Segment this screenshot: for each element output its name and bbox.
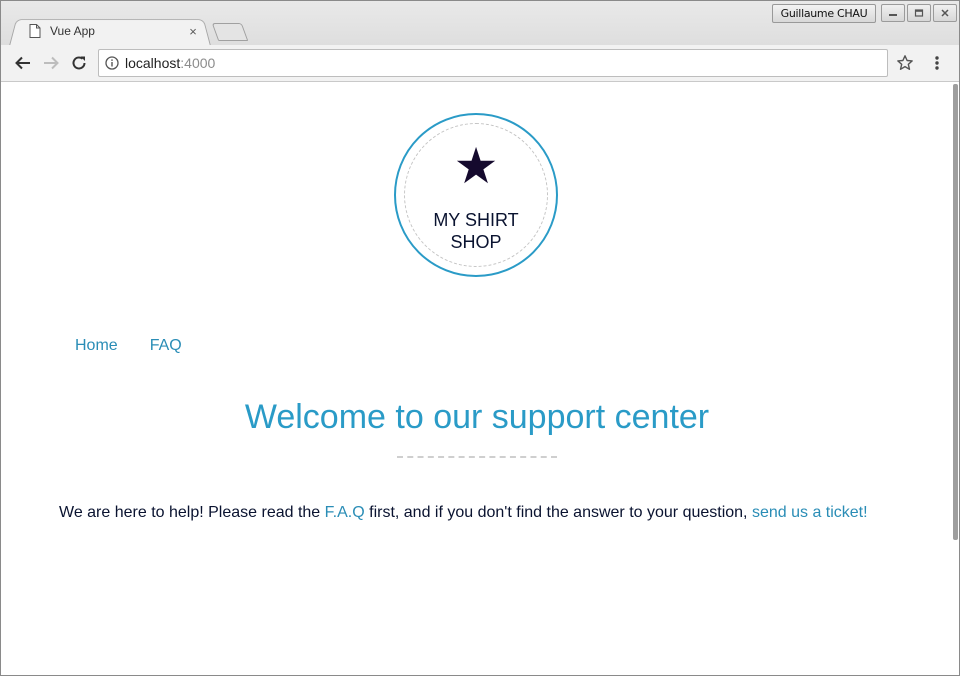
- page-icon: [29, 24, 41, 38]
- intro-text-start: We are here to help! Please read the: [59, 504, 325, 521]
- send-ticket-link[interactable]: send us a ticket!: [752, 504, 868, 521]
- address-bar[interactable]: localhost:4000: [98, 49, 888, 77]
- kebab-menu-icon: [935, 56, 939, 70]
- back-arrow-icon: [15, 56, 30, 70]
- intro-text-middle: first, and if you don't find the answer …: [364, 504, 752, 521]
- logo-line-1: MY SHIRT: [433, 210, 519, 230]
- reload-icon: [72, 56, 86, 70]
- vertical-scrollbar[interactable]: [953, 84, 958, 540]
- nav-item-home[interactable]: Home: [75, 337, 118, 355]
- intro-text: We are here to help! Please read the F.A…: [59, 504, 939, 522]
- faq-link[interactable]: F.A.Q: [325, 504, 365, 521]
- page-title: Welcome to our support center: [244, 398, 710, 436]
- maximize-icon: [914, 9, 924, 17]
- browser-toolbar: localhost:4000: [1, 45, 959, 82]
- browser-window: Vue App × Guillaume CHAU localhost:4000 …: [0, 0, 960, 676]
- bookmark-button[interactable]: [895, 53, 915, 73]
- maximize-button[interactable]: [907, 4, 931, 22]
- logo-text: MY SHIRT SHOP: [396, 209, 556, 253]
- nav-item-faq[interactable]: FAQ: [150, 337, 182, 355]
- minimize-button[interactable]: [881, 4, 905, 22]
- new-tab-button[interactable]: [211, 23, 249, 41]
- logo-line-2: SHOP: [450, 232, 502, 252]
- logo-star-icon: ★: [453, 137, 499, 195]
- info-icon[interactable]: [105, 56, 119, 70]
- minimize-icon: [889, 14, 897, 16]
- back-button[interactable]: [13, 53, 33, 73]
- url-host: localhost: [125, 55, 181, 71]
- tab-vue-app[interactable]: Vue App ×: [21, 18, 207, 44]
- tab-close-icon[interactable]: ×: [185, 24, 201, 39]
- forward-arrow-icon: [44, 56, 59, 70]
- main-nav: Home FAQ: [75, 337, 182, 355]
- star-icon: [897, 55, 913, 70]
- close-window-button[interactable]: [933, 4, 957, 22]
- forward-button[interactable]: [41, 53, 61, 73]
- page-viewport: ★ MY SHIRT SHOP Home FAQ Welcome to our …: [1, 82, 959, 675]
- profile-button[interactable]: Guillaume CHAU: [772, 4, 876, 23]
- shop-logo: ★ MY SHIRT SHOP: [394, 113, 558, 277]
- url-port: :4000: [180, 55, 216, 71]
- menu-button[interactable]: [927, 53, 947, 73]
- reload-button[interactable]: [69, 53, 89, 73]
- url-text: localhost:4000: [125, 55, 215, 71]
- close-icon: [941, 9, 949, 17]
- title-divider: [397, 456, 557, 458]
- tab-strip: Vue App × Guillaume CHAU: [1, 1, 959, 46]
- tab-title: Vue App: [50, 24, 95, 38]
